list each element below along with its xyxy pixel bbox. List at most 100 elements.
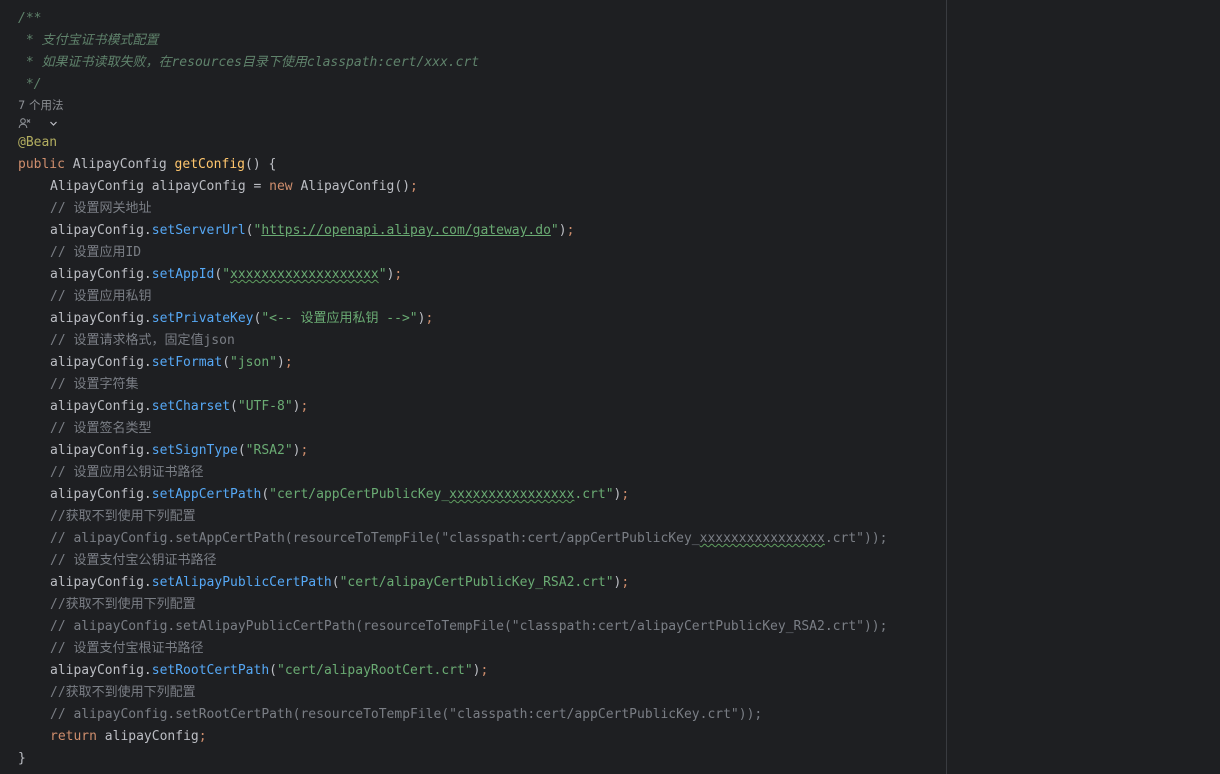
code-line: return alipayConfig; bbox=[18, 726, 1220, 748]
method-call: setSignType bbox=[151, 443, 238, 458]
line-comment: //获取不到使用下列配置 bbox=[50, 597, 196, 612]
code-line: alipayConfig.setPrivateKey("<-- 设置应用私钥 -… bbox=[50, 311, 434, 326]
object-ref: alipayConfig bbox=[50, 223, 144, 238]
keyword-public: public bbox=[18, 157, 65, 172]
usages-inlay-hint[interactable]: 7 个用法 bbox=[18, 96, 1220, 114]
code-editor[interactable]: /** * 支付宝证书模式配置 * 如果证书读取失败，在resources目录下… bbox=[0, 0, 1220, 774]
line-comment: // 设置字符集 bbox=[50, 377, 139, 392]
string-literal: RSA2 bbox=[253, 443, 285, 458]
code-line: //获取不到使用下列配置 bbox=[18, 506, 1220, 528]
line-comment: // alipayConfig.setAppCertPath(resourceT… bbox=[50, 531, 700, 546]
semicolon: ; bbox=[621, 575, 630, 590]
url-link[interactable]: https://openapi.alipay.com/gateway.do bbox=[261, 223, 551, 238]
string-literal: xxxxxxxxxxxxxxxxxxx bbox=[230, 267, 379, 282]
string-literal: cert/alipayCertPublicKey_RSA2.crt bbox=[347, 575, 606, 590]
code-line: // 设置字符集 bbox=[18, 374, 1220, 396]
code-line: * 支付宝证书模式配置 bbox=[18, 30, 1220, 52]
code-line: //获取不到使用下列配置 bbox=[18, 682, 1220, 704]
method-call: setPrivateKey bbox=[151, 311, 254, 326]
line-comment: // 设置请求格式，固定值json bbox=[50, 333, 235, 348]
variable-name: alipayConfig bbox=[151, 179, 246, 194]
semicolon: ; bbox=[198, 729, 207, 744]
line-comment: // alipayConfig.setRootCertPath(resource… bbox=[50, 707, 763, 722]
author-inlay-hint[interactable] bbox=[18, 114, 1220, 132]
object-ref: alipayConfig bbox=[50, 487, 144, 502]
doc-comment: * 如果证书读取失败，在resources目录下使用classpath:cert… bbox=[18, 55, 480, 70]
line-comment: // 设置应用ID bbox=[50, 245, 142, 260]
method-call: setAppCertPath bbox=[151, 487, 262, 502]
object-ref: alipayConfig bbox=[50, 399, 144, 414]
line-comment: // 设置签名类型 bbox=[50, 421, 152, 436]
object-ref: alipayConfig bbox=[50, 267, 144, 282]
code-line: } bbox=[18, 748, 1220, 770]
method-name: getConfig bbox=[174, 157, 245, 172]
semicolon: ; bbox=[621, 487, 630, 502]
return-type: AlipayConfig bbox=[72, 157, 167, 172]
semicolon: ; bbox=[300, 443, 309, 458]
constructor-name: AlipayConfig bbox=[300, 179, 395, 194]
code-line: // 设置签名类型 bbox=[18, 418, 1220, 440]
line-comment: // alipayConfig.setAlipayPublicCertPath(… bbox=[50, 619, 888, 634]
line-comment: // 设置支付宝根证书路径 bbox=[50, 641, 204, 656]
code-line: alipayConfig.setAppCertPath("cert/appCer… bbox=[50, 487, 630, 502]
code-line: // alipayConfig.setAlipayPublicCertPath(… bbox=[18, 616, 1220, 638]
code-line: alipayConfig.setCharset("UTF-8"); bbox=[50, 399, 309, 414]
code-line: // 设置支付宝公钥证书路径 bbox=[18, 550, 1220, 572]
line-comment: // 设置应用公钥证书路径 bbox=[50, 465, 204, 480]
method-call: setAlipayPublicCertPath bbox=[151, 575, 332, 590]
method-call: setAppId bbox=[151, 267, 215, 282]
semicolon: ; bbox=[566, 223, 575, 238]
code-line: * 如果证书读取失败，在resources目录下使用classpath:cert… bbox=[18, 52, 1220, 74]
line-comment: // 设置网关地址 bbox=[50, 201, 152, 216]
semicolon: ; bbox=[284, 355, 293, 370]
string-literal: cert/appCertPublicKey_ bbox=[276, 487, 450, 502]
semicolon: ; bbox=[300, 399, 309, 414]
object-ref: alipayConfig bbox=[50, 575, 144, 590]
string-literal: json bbox=[237, 355, 270, 370]
semicolon: ; bbox=[394, 267, 403, 282]
parens: () bbox=[394, 179, 411, 194]
line-comment: xxxxxxxxxxxxxxxx bbox=[699, 531, 825, 546]
annotation: @Bean bbox=[18, 135, 58, 150]
object-ref: alipayConfig bbox=[50, 311, 144, 326]
code-line: // 设置请求格式，固定值json bbox=[18, 330, 1220, 352]
code-line: alipayConfig.setAppId("xxxxxxxxxxxxxxxxx… bbox=[50, 267, 403, 282]
closing-brace: } bbox=[18, 751, 26, 766]
method-call: setFormat bbox=[151, 355, 223, 370]
semicolon: ; bbox=[425, 311, 434, 326]
code-line: AlipayConfig alipayConfig = new AlipayCo… bbox=[18, 176, 1220, 198]
code-line: alipayConfig.setFormat("json"); bbox=[50, 355, 293, 370]
method-call: setRootCertPath bbox=[151, 663, 270, 678]
code-line: // 设置应用公钥证书路径 bbox=[18, 462, 1220, 484]
code-line: */ bbox=[18, 74, 1220, 96]
variable-name: alipayConfig bbox=[104, 729, 199, 744]
method-call: setServerUrl bbox=[151, 223, 246, 238]
code-area[interactable]: /** * 支付宝证书模式配置 * 如果证书读取失败，在resources目录下… bbox=[18, 8, 1220, 770]
code-line: // alipayConfig.setAppCertPath(resourceT… bbox=[18, 528, 1220, 550]
string-literal: xxxxxxxxxxxxxxxx bbox=[449, 487, 575, 502]
string-literal: cert/alipayRootCert.crt bbox=[284, 663, 465, 678]
line-comment: // 设置支付宝公钥证书路径 bbox=[50, 553, 217, 568]
code-line: @Bean bbox=[18, 132, 1220, 154]
string-literal: <-- 设置应用私钥 --> bbox=[269, 311, 410, 326]
code-line: /** bbox=[18, 8, 1220, 30]
doc-comment: /** bbox=[18, 11, 42, 26]
method-call: setCharset bbox=[151, 399, 231, 414]
code-line: alipayConfig.setRootCertPath("cert/alipa… bbox=[50, 663, 489, 678]
object-ref: alipayConfig bbox=[50, 355, 144, 370]
object-ref: alipayConfig bbox=[50, 443, 144, 458]
code-line: alipayConfig.setServerUrl("https://opena… bbox=[50, 223, 575, 238]
line-comment: //获取不到使用下列配置 bbox=[50, 685, 196, 700]
code-line: // 设置应用ID bbox=[18, 242, 1220, 264]
doc-comment: * 支付宝证书模式配置 bbox=[18, 33, 159, 48]
type-name: AlipayConfig bbox=[50, 179, 144, 194]
semicolon: ; bbox=[410, 179, 418, 194]
line-comment: //获取不到使用下列配置 bbox=[50, 509, 196, 524]
method-params: () { bbox=[245, 157, 277, 172]
code-line: // 设置应用私钥 bbox=[18, 286, 1220, 308]
keyword-return: return bbox=[50, 729, 97, 744]
string-literal: UTF-8 bbox=[245, 399, 285, 414]
method-signature: public AlipayConfig getConfig() { bbox=[18, 154, 1220, 176]
code-line: //获取不到使用下列配置 bbox=[18, 594, 1220, 616]
string-literal: .crt bbox=[574, 487, 606, 502]
